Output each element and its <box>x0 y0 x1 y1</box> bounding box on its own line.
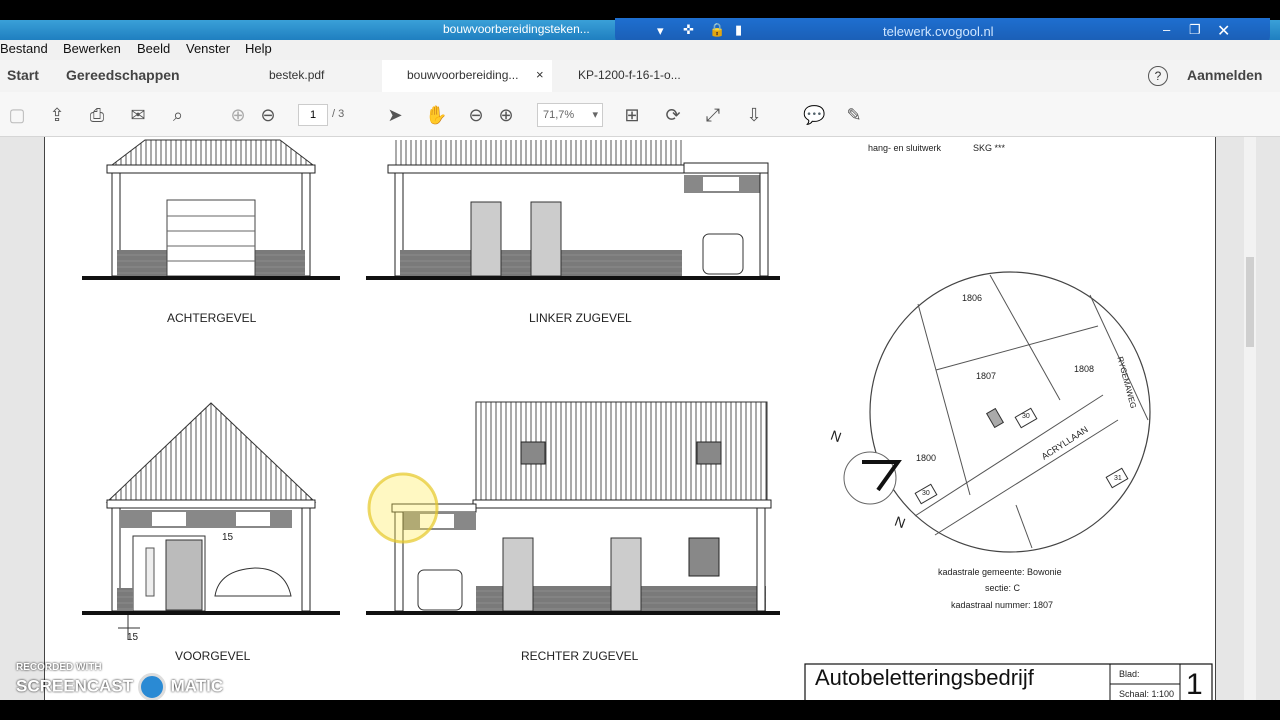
spec-hang-sluitwerk: hang- en sluitwerk <box>868 143 942 153</box>
pen-icon[interactable]: ✎ <box>843 104 865 126</box>
close-tab-icon[interactable]: × <box>536 67 544 82</box>
page-up-icon[interactable]: ⊕ <box>227 104 249 126</box>
search-icon[interactable]: ⌕ <box>167 104 189 126</box>
parcel-1807: 1807 <box>976 371 997 381</box>
hand-tool-icon[interactable]: ✋ <box>425 104 447 126</box>
upload-icon[interactable]: ⇪ <box>46 104 68 126</box>
house-number-1: 30 <box>1022 413 1030 420</box>
parcel-1808: 1808 <box>1074 364 1095 374</box>
bottom-letterbox <box>0 700 1280 720</box>
screencast-watermark: RECORDED WITH SCREENCAST MATIC <box>16 662 223 701</box>
house-number-3: 31 <box>1114 475 1122 482</box>
label-rechter-zugevel: RECHTER ZUGEVEL <box>521 649 639 663</box>
tab-doc-bestek[interactable]: bestek.pdf <box>269 68 324 82</box>
marker-small: 15 <box>222 532 234 543</box>
menu-venster[interactable]: Venster <box>186 41 230 56</box>
tab-bar: Start Gereedschappen bestek.pdf bouwvoor… <box>0 60 1280 92</box>
signal-icon: ▮ <box>735 22 743 37</box>
elevation-achtergevel <box>82 139 340 280</box>
zoom-value: 71,7% <box>543 109 575 121</box>
title-block-sheet-number: 1 <box>1186 668 1203 701</box>
parcel-1806: 1806 <box>962 293 983 303</box>
menu-bestand[interactable]: Bestand <box>0 41 48 56</box>
title-block-blad: Blad: <box>1119 669 1140 679</box>
window-title: bouwvoorbereidingsteken... <box>443 22 590 36</box>
title-block-title: Autobeletteringsbedrijf <box>815 665 1034 690</box>
minimize-icon[interactable]: – <box>1163 22 1170 37</box>
close-icon[interactable]: ✕ <box>1217 21 1230 41</box>
screencast-logo-icon <box>137 673 166 701</box>
zoom-in-icon[interactable]: ⊕ <box>495 104 517 126</box>
menu-help[interactable]: Help <box>245 41 272 56</box>
watermark-line1: RECORDED WITH <box>16 662 102 673</box>
tab-doc-active[interactable]: bouwvoorbereiding... × <box>382 60 552 92</box>
site-plan <box>843 271 1151 553</box>
parcel-1800: 1800 <box>916 453 937 463</box>
remote-host: telewerk.cvogool.nl <box>883 24 994 39</box>
spec-skg: SKG *** <box>973 143 1006 153</box>
page-number-input[interactable]: 1 <box>298 104 328 126</box>
scrollbar-thumb[interactable] <box>1246 257 1254 347</box>
fullscreen-icon[interactable]: ⤢ <box>702 104 724 126</box>
marker-small-2: 15 <box>127 632 139 643</box>
label-voorgevel: VOORGEVEL <box>175 649 251 663</box>
cadastral-municipality: kadastrale gemeente: Bowonie <box>938 567 1062 577</box>
pin-icon[interactable]: ✜ <box>683 22 694 38</box>
label-linker-zugevel: LINKER ZUGEVEL <box>529 311 632 325</box>
help-icon[interactable]: ? <box>1148 66 1168 86</box>
comment-icon[interactable]: 💬 <box>803 104 825 126</box>
scroll-mode-icon[interactable]: ⇩ <box>743 104 765 126</box>
tab-tools[interactable]: Gereedschappen <box>66 67 180 83</box>
print-icon[interactable]: ⎙ <box>86 104 108 126</box>
fit-page-icon[interactable]: ⊞ <box>621 104 643 126</box>
building-drawing <box>82 139 1213 700</box>
tab-doc-active-label: bouwvoorbereiding... <box>407 68 519 82</box>
chevron-down-icon[interactable]: ▾ <box>657 23 664 39</box>
zoom-select[interactable]: 71,7% ▾ <box>537 103 603 127</box>
house-number-2: 30 <box>922 490 930 497</box>
lock-icon: 🔒 <box>709 22 726 37</box>
watermark-line2: SCREENCAST <box>16 676 134 696</box>
zoom-out-icon[interactable]: ⊖ <box>465 104 487 126</box>
save-icon[interactable]: ▢ <box>6 104 28 126</box>
restore-icon[interactable]: ❐ <box>1189 22 1201 38</box>
elevation-linker-zugevel <box>366 140 780 280</box>
menu-beeld[interactable]: Beeld <box>137 41 170 56</box>
vertical-scrollbar[interactable] <box>1244 137 1256 700</box>
elevation-voorgevel <box>82 402 340 640</box>
title-block-schaal: Schaal: 1:100 <box>1119 689 1175 699</box>
cadastral-section: sectie: C <box>985 583 1021 593</box>
label-achtergevel: ACHTERGEVEL <box>167 311 257 325</box>
cursor-highlight <box>367 472 439 544</box>
tab-doc-kp[interactable]: KP-1200-f-16-1-o... <box>578 68 681 82</box>
mail-icon[interactable]: ✉ <box>127 104 149 126</box>
page-total: / 3 <box>332 108 345 120</box>
cadastral-number: kadastraal nummer: 1807 <box>951 600 1054 610</box>
menu-bewerken[interactable]: Bewerken <box>63 41 121 56</box>
sign-in-button[interactable]: Aanmelden <box>1187 67 1262 83</box>
watermark-line3: MATIC <box>170 676 224 696</box>
page-down-icon[interactable]: ⊖ <box>257 104 279 126</box>
rotate-icon[interactable]: ⟳ <box>662 104 684 126</box>
chevron-down-icon: ▾ <box>592 109 598 121</box>
select-arrow-icon[interactable]: ➤ <box>384 104 406 126</box>
elevation-rechter-zugevel <box>366 401 780 615</box>
menu-bar: Bestand Bewerken Beeld Venster Help <box>0 40 1280 60</box>
tab-start[interactable]: Start <box>7 67 39 83</box>
